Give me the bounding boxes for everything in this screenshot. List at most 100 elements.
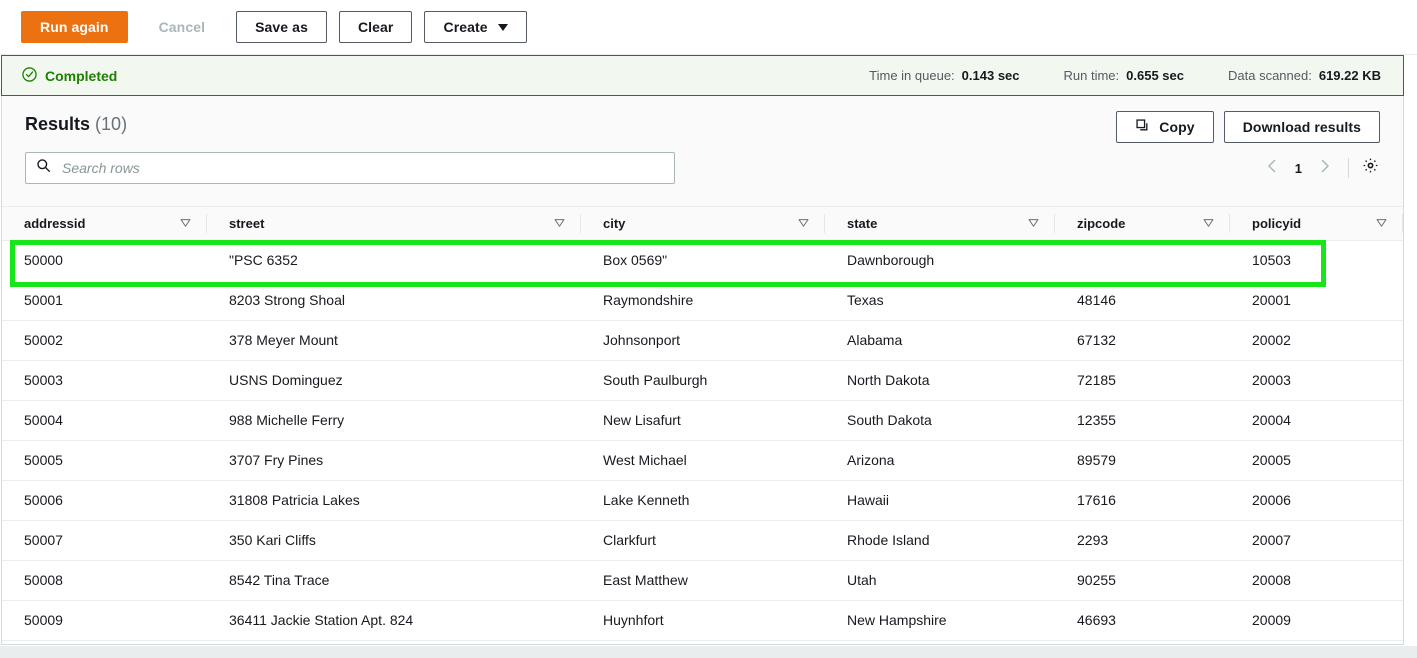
cell-addressid: 50005 bbox=[2, 440, 207, 480]
table-row[interactable]: 50007350 Kari CliffsClarkfurtRhode Islan… bbox=[2, 520, 1403, 560]
chevron-right-icon bbox=[1319, 159, 1331, 178]
cell-addressid: 50001 bbox=[2, 280, 207, 320]
download-results-button[interactable]: Download results bbox=[1224, 111, 1380, 143]
cell-city: Huynhfort bbox=[581, 600, 825, 640]
table-row[interactable]: 50000"PSC 6352Box 0569"Dawnborough10503 bbox=[2, 240, 1403, 280]
results-count: (10) bbox=[95, 114, 127, 134]
pagination-next-button[interactable] bbox=[1310, 154, 1340, 182]
status-metric-2: Data scanned:619.22 KB bbox=[1228, 68, 1381, 83]
column-header-zipcode[interactable]: zipcode bbox=[1055, 207, 1230, 240]
cell-policyid: 20001 bbox=[1230, 280, 1403, 320]
cell-policyid: 20004 bbox=[1230, 400, 1403, 440]
column-header-state[interactable]: state bbox=[825, 207, 1055, 240]
cell-addressid: 50009 bbox=[2, 600, 207, 640]
sort-descending-icon[interactable] bbox=[554, 216, 565, 231]
pagination-page-1[interactable]: 1 bbox=[1287, 161, 1310, 176]
table-row[interactable]: 50002378 Meyer MountJohnsonportAlabama67… bbox=[2, 320, 1403, 360]
table-row[interactable]: 5000631808 Patricia LakesLake KennethHaw… bbox=[2, 480, 1403, 520]
cell-addressid: 50004 bbox=[2, 400, 207, 440]
cell-zipcode: 2293 bbox=[1055, 520, 1230, 560]
cell-street: USNS Dominguez bbox=[207, 360, 581, 400]
clear-button-label: Clear bbox=[358, 19, 394, 35]
create-button-label: Create bbox=[443, 19, 487, 35]
create-button[interactable]: Create bbox=[424, 11, 526, 43]
table-row[interactable]: 500053707 Fry PinesWest MichaelArizona89… bbox=[2, 440, 1403, 480]
cell-state: Texas bbox=[825, 280, 1055, 320]
status-metric-label: Run time: bbox=[1064, 68, 1120, 83]
cell-city: Raymondshire bbox=[581, 280, 825, 320]
run-again-button-label: Run again bbox=[40, 19, 109, 35]
table-row[interactable]: 500088542 Tina TraceEast MatthewUtah9025… bbox=[2, 560, 1403, 600]
query-status-banner: Completed Time in queue: 0.143 sec Run tim… bbox=[1, 55, 1404, 96]
cell-city: Box 0569" bbox=[581, 240, 825, 280]
cell-zipcode: 89579 bbox=[1055, 440, 1230, 480]
cell-zipcode: 46693 bbox=[1055, 600, 1230, 640]
cell-addressid: 50003 bbox=[2, 360, 207, 400]
download-results-label: Download results bbox=[1243, 119, 1361, 135]
status-metric-value: 0.143 sec bbox=[962, 68, 1020, 83]
sort-descending-icon[interactable] bbox=[1028, 216, 1039, 231]
status-left-group: Completed bbox=[22, 67, 117, 85]
table-row[interactable]: 50003USNS DominguezSouth PaulburghNorth … bbox=[2, 360, 1403, 400]
status-metric-label: Time in queue: bbox=[869, 68, 955, 83]
results-header: Results (10) bbox=[2, 96, 1403, 207]
chevron-left-icon bbox=[1266, 159, 1278, 178]
cell-street: 36411 Jackie Station Apt. 824 bbox=[207, 600, 581, 640]
status-metric-0: Time in queue: 0.143 sec bbox=[869, 68, 1019, 83]
cell-state: North Dakota bbox=[825, 360, 1055, 400]
cell-zipcode: 67132 bbox=[1055, 320, 1230, 360]
search-input[interactable] bbox=[60, 159, 664, 177]
pagination: 1 bbox=[1257, 154, 1383, 182]
status-metrics: Time in queue: 0.143 sec Run time:0.655 se… bbox=[869, 68, 1381, 83]
cell-zipcode: 48146 bbox=[1055, 280, 1230, 320]
cell-street: 378 Meyer Mount bbox=[207, 320, 581, 360]
column-header-label: state bbox=[847, 216, 877, 231]
cell-city: Clarkfurt bbox=[581, 520, 825, 560]
copy-button[interactable]: Copy bbox=[1116, 111, 1213, 143]
cell-zipcode: 72185 bbox=[1055, 360, 1230, 400]
cell-city: West Michael bbox=[581, 440, 825, 480]
query-results-page: Run again Cancel Save as Clear Create Comple… bbox=[0, 0, 1417, 658]
sort-descending-icon[interactable] bbox=[1203, 216, 1214, 231]
cancel-button-label: Cancel bbox=[159, 19, 206, 35]
column-divider bbox=[1402, 214, 1403, 233]
check-circle-icon bbox=[22, 67, 37, 85]
cell-policyid: 20006 bbox=[1230, 480, 1403, 520]
cell-street: 8203 Strong Shoal bbox=[207, 280, 581, 320]
pagination-divider bbox=[1348, 158, 1349, 178]
status-metric-value: 619.22 KB bbox=[1319, 68, 1381, 83]
save-as-button[interactable]: Save as bbox=[236, 11, 327, 43]
pagination-prev-button[interactable] bbox=[1257, 154, 1287, 182]
table-row[interactable]: 5000936411 Jackie Station Apt. 824Huynhf… bbox=[2, 600, 1403, 640]
table-row[interactable]: 50004988 Michelle FerryNew LisafurtSouth… bbox=[2, 400, 1403, 440]
sort-descending-icon[interactable] bbox=[1376, 216, 1387, 231]
column-header-city[interactable]: city bbox=[581, 207, 825, 240]
cell-city: New Lisafurt bbox=[581, 400, 825, 440]
cell-city: Lake Kenneth bbox=[581, 480, 825, 520]
copy-icon bbox=[1135, 118, 1150, 136]
cell-city: South Paulburgh bbox=[581, 360, 825, 400]
results-panel: Results (10) bbox=[1, 96, 1404, 645]
cell-zipcode bbox=[1055, 240, 1230, 280]
cell-state: Dawnborough bbox=[825, 240, 1055, 280]
preferences-button[interactable] bbox=[1357, 155, 1383, 181]
clear-button[interactable]: Clear bbox=[339, 11, 413, 43]
column-header-policyid[interactable]: policyid bbox=[1230, 207, 1403, 240]
cell-addressid: 50008 bbox=[2, 560, 207, 600]
run-again-button[interactable]: Run again bbox=[21, 11, 128, 43]
query-toolbar: Run again Cancel Save as Clear Create bbox=[0, 0, 1417, 55]
search-rows-field[interactable] bbox=[25, 152, 675, 184]
sort-descending-icon[interactable] bbox=[798, 216, 809, 231]
status-metric-1: Run time:0.655 sec bbox=[1064, 68, 1184, 83]
column-header-street[interactable]: street bbox=[207, 207, 581, 240]
save-as-button-label: Save as bbox=[255, 19, 308, 35]
status-label: Completed bbox=[45, 68, 117, 84]
cell-city: East Matthew bbox=[581, 560, 825, 600]
page-bottom-strip bbox=[0, 646, 1417, 658]
gear-icon bbox=[1362, 157, 1379, 179]
table-row[interactable]: 500018203 Strong ShoalRaymondshireTexas4… bbox=[2, 280, 1403, 320]
results-table-head: addressidstreetcity state zipcodepolicyid bbox=[2, 207, 1403, 240]
column-header-addressid[interactable]: addressid bbox=[2, 207, 207, 240]
sort-descending-icon[interactable] bbox=[180, 216, 191, 231]
cell-zipcode: 12355 bbox=[1055, 400, 1230, 440]
